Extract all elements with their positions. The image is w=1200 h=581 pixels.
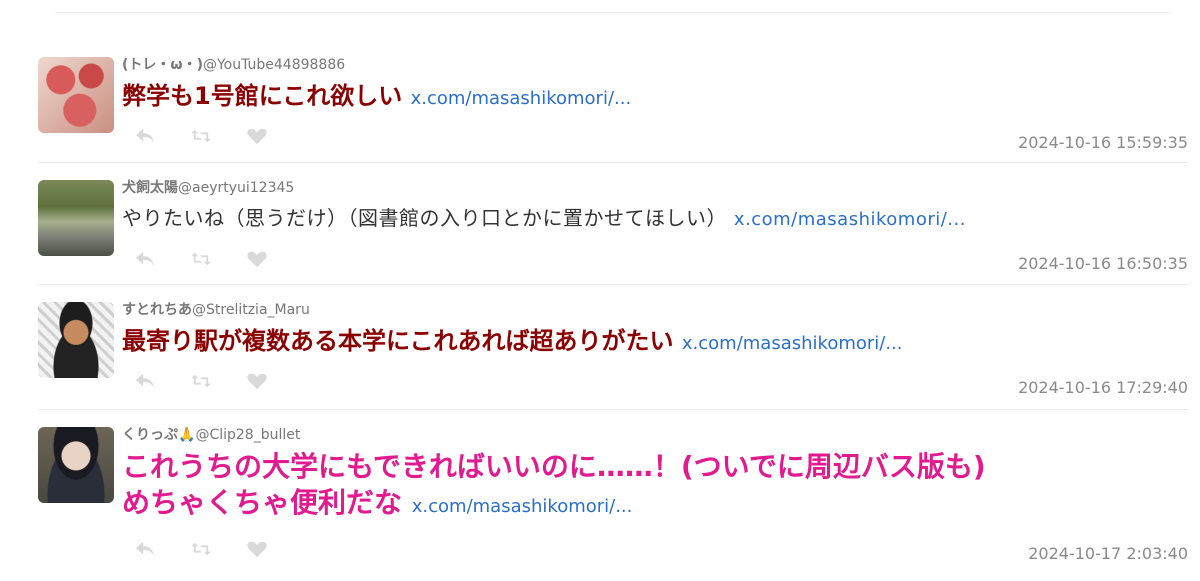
author-line: すとれちあ@Strelitzia_Maru <box>122 302 1188 318</box>
reply-icon[interactable] <box>134 372 156 390</box>
tweet-actions <box>134 372 268 390</box>
tweet-body: 最寄り駅が複数ある本学にこれあれば超ありがたい <box>122 327 674 355</box>
avatar[interactable] <box>38 427 114 503</box>
avatar[interactable] <box>38 180 114 256</box>
tweet-text: これうちの大学にもできればいいのに……！(ついでに周辺バス版も) めちゃくちゃ便… <box>122 449 1188 525</box>
like-icon[interactable] <box>246 127 268 145</box>
display-name[interactable]: すとれちあ <box>122 302 192 318</box>
tweet-text: 最寄り駅が複数ある本学にこれあれば超ありがたい x.com/masashikom… <box>122 324 1188 361</box>
divider <box>38 162 1188 163</box>
timestamp[interactable]: 2024-10-16 17:29:40 <box>1018 378 1188 397</box>
tweet-body-line1: これうちの大学にもできればいいのに……！(ついでに周辺バス版も) <box>122 450 986 483</box>
handle[interactable]: @Strelitzia_Maru <box>192 302 310 318</box>
tweet-link[interactable]: x.com/masashikomori/... <box>682 333 903 354</box>
tweet-link[interactable]: x.com/masashikomori/... <box>734 209 966 230</box>
author-line: 犬飼太陽@aeyrtyui12345 <box>122 180 1188 196</box>
handle[interactable]: @aeyrtyui12345 <box>178 180 294 196</box>
tweet-link[interactable]: x.com/masashikomori/... <box>412 496 633 517</box>
tweet-item: 犬飼太陽@aeyrtyui12345 やりたいね（思うだけ）（図書館の入り口とか… <box>38 180 1188 280</box>
display-name[interactable]: (トレ・ω・) <box>122 57 203 73</box>
timestamp[interactable]: 2024-10-16 15:59:35 <box>1018 133 1188 152</box>
retweet-icon[interactable] <box>190 250 212 268</box>
avatar[interactable] <box>38 302 114 378</box>
tweet-link[interactable]: x.com/masashikomori/... <box>411 88 632 109</box>
retweet-icon[interactable] <box>190 127 212 145</box>
tweet-actions <box>134 540 268 558</box>
reply-icon[interactable] <box>134 127 156 145</box>
divider <box>38 284 1188 285</box>
handle[interactable]: @Clip28_bullet <box>195 427 300 443</box>
avatar[interactable] <box>38 57 114 133</box>
tweet-text: やりたいね（思うだけ）（図書館の入り口とかに置かせてほしい） x.com/mas… <box>122 202 1188 236</box>
handle[interactable]: @YouTube44898886 <box>203 57 345 73</box>
reply-icon[interactable] <box>134 250 156 268</box>
timestamp[interactable]: 2024-10-16 16:50:35 <box>1018 254 1188 273</box>
display-name[interactable]: 犬飼太陽 <box>122 180 178 196</box>
tweet-item: すとれちあ@Strelitzia_Maru 最寄り駅が複数ある本学にこれあれば超… <box>38 302 1188 402</box>
timestamp[interactable]: 2024-10-17 2:03:40 <box>1028 544 1188 563</box>
tweet-item: (トレ・ω・)@YouTube44898886 弊学も1号館にこれ欲しい x.c… <box>38 57 1188 157</box>
tweet-body: 弊学も1号館にこれ欲しい <box>122 82 403 110</box>
tweet-actions <box>134 127 268 145</box>
like-icon[interactable] <box>246 250 268 268</box>
like-icon[interactable] <box>246 372 268 390</box>
tweet-body: やりたいね（思うだけ）（図書館の入り口とかに置かせてほしい） <box>122 206 727 230</box>
display-name[interactable]: くりっぷ🙏 <box>122 427 195 443</box>
tweet-item: くりっぷ🙏@Clip28_bullet これうちの大学にもできればいいのに……！… <box>38 427 1188 577</box>
like-icon[interactable] <box>246 540 268 558</box>
tweet-text: 弊学も1号館にこれ欲しい x.com/masashikomori/... <box>122 79 1188 116</box>
retweet-icon[interactable] <box>190 540 212 558</box>
tweet-actions <box>134 250 268 268</box>
author-line: (トレ・ω・)@YouTube44898886 <box>122 57 1188 73</box>
divider <box>38 409 1188 410</box>
retweet-icon[interactable] <box>190 372 212 390</box>
reply-icon[interactable] <box>134 540 156 558</box>
top-divider <box>55 12 1170 13</box>
tweet-body-line2: めちゃくちゃ便利だな <box>122 486 403 519</box>
author-line: くりっぷ🙏@Clip28_bullet <box>122 427 1188 443</box>
